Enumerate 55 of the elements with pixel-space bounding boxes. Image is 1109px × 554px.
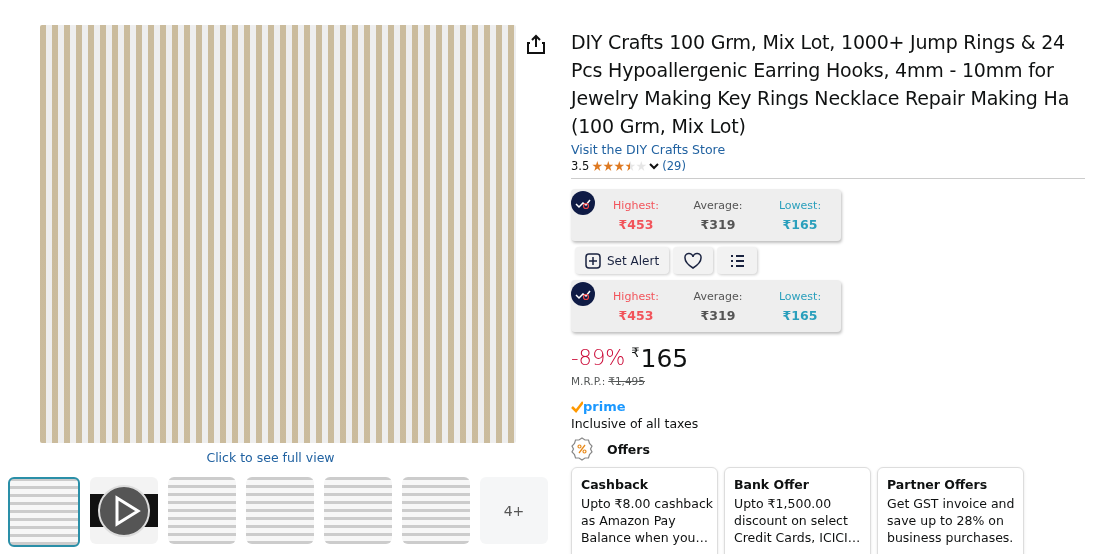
stat-value: ₹453 xyxy=(617,217,655,232)
currency-symbol: ₹ xyxy=(631,345,640,360)
full-view-link[interactable]: Click to see full view xyxy=(206,450,335,465)
offer-text: Upto ₹8.00 cashback as Amazon Pay Balance when you… xyxy=(581,495,715,546)
mrp-label: M.R.P.: xyxy=(571,375,606,387)
product-title: DIY Crafts 100 Grm, Mix Lot, 1000+ Jump Rings & 24 Pcs Hypoallergenic Earring Hooks, 4mm - 10mm for Jewelry Making Key Rings Necklace Repair Making Ha (100 Grm, Mix Lot) xyxy=(571,30,1071,139)
thumbnail-placeholder[interactable] xyxy=(324,477,392,544)
offer-title: Bank Offer xyxy=(734,477,810,492)
review-count-link[interactable]: (29) xyxy=(662,159,686,173)
price: 165 xyxy=(640,344,689,373)
stat-label: Average: xyxy=(692,290,744,303)
video-thumbnail[interactable] xyxy=(90,477,158,544)
chart-logo-icon xyxy=(571,191,595,215)
offer-text: Upto ₹1,500.00 discount on select Credit Cards, ICICI… xyxy=(734,495,862,546)
list-icon xyxy=(729,253,745,268)
stat-label: Lowest: xyxy=(777,199,823,212)
stat-value: ₹165 xyxy=(781,217,819,232)
set-alert-button[interactable]: Set Alert xyxy=(575,247,670,274)
stat-label: Lowest: xyxy=(777,290,823,303)
plus-icon xyxy=(585,252,601,269)
offer-card[interactable]: Partner Offers Get GST invoice and save up to 28% on business purchases. xyxy=(877,467,1024,554)
offer-text: Get GST invoice and save up to 28% on business purchases. xyxy=(887,495,1016,546)
offer-card[interactable]: Bank Offer Upto ₹1,500.00 discount on select Credit Cards, ICICI… xyxy=(724,467,871,554)
share-icon[interactable] xyxy=(527,34,545,54)
star-rating[interactable] xyxy=(592,161,647,171)
offer-card[interactable]: Cashback Upto ₹8.00 cashback as Amazon Pay Balance when you… xyxy=(571,467,718,554)
check-icon xyxy=(571,400,583,413)
thumbnail-placeholder[interactable] xyxy=(168,477,236,544)
chart-logo-icon xyxy=(571,282,595,306)
offers-heading: Offers xyxy=(607,441,650,457)
heart-icon xyxy=(684,252,703,269)
stat-value: ₹319 xyxy=(699,308,737,323)
store-link[interactable]: Visit the DIY Crafts Store xyxy=(571,142,726,157)
discount-percent: -89% xyxy=(571,346,626,370)
stat-label: Average: xyxy=(692,199,744,212)
list-button[interactable] xyxy=(717,247,758,274)
stat-label: Highest: xyxy=(612,290,660,303)
prime-label: prime xyxy=(583,399,626,414)
mrp-price: ₹1,495 xyxy=(608,375,645,387)
offer-badge-icon xyxy=(571,437,593,461)
chevron-down-icon[interactable] xyxy=(649,162,660,170)
stat-value: ₹319 xyxy=(699,217,737,232)
more-images-button[interactable]: 4+ xyxy=(480,477,548,544)
offer-title: Partner Offers xyxy=(887,477,989,492)
offer-title: Cashback xyxy=(581,477,650,492)
stat-label: Highest: xyxy=(612,199,660,212)
thumbnail-placeholder[interactable] xyxy=(8,477,80,547)
stat-value: ₹453 xyxy=(617,308,655,323)
play-icon xyxy=(97,483,151,538)
thumbnail-placeholder[interactable] xyxy=(402,477,470,544)
thumbnail-placeholder[interactable] xyxy=(246,477,314,544)
tax-note: Inclusive of all taxes xyxy=(571,416,699,431)
wishlist-button[interactable] xyxy=(673,247,714,274)
rating-value: 3.5 xyxy=(571,159,590,173)
stat-value: ₹165 xyxy=(781,308,819,323)
